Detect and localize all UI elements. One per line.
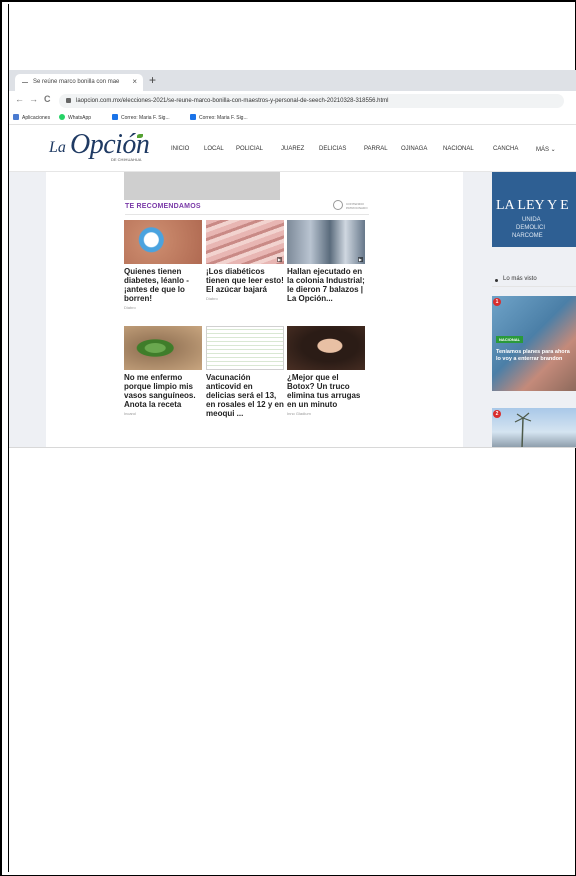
rank-badge: 1 <box>493 298 501 306</box>
sponsor-badge: CONTENIDO PATROCINADO <box>346 202 368 210</box>
apps-grid-icon <box>13 114 19 120</box>
nav-mas[interactable]: MÁS ⌄ <box>536 146 556 153</box>
recommendation-card[interactable]: No me enfermo porque limpio mis vasos sa… <box>124 326 202 416</box>
mail-icon <box>190 114 196 120</box>
divider <box>492 286 576 287</box>
card-caption: Quienes tienen diabetes, léanlo - ¡antes… <box>124 267 189 303</box>
card-thumbnail: ▶ <box>206 220 284 264</box>
leaf-icon <box>137 134 143 138</box>
bookmark-label: Correo: Maria F. Sig... <box>121 115 170 121</box>
most-viewed-caption: Teníamos planes para ahora lo voy a ente… <box>496 349 570 362</box>
tab-title: Se reúne marco bonilla con mae <box>33 79 120 85</box>
card-caption: No me enfermo porque limpio mis vasos sa… <box>124 373 196 409</box>
card-caption: Hallan ejecutado en la colonia Industria… <box>287 267 365 303</box>
banner-line: DEMOLICI <box>516 225 546 231</box>
sidebar-banner[interactable]: LA LEY Y E UNIDA DEMOLICI NARCOME <box>492 172 576 247</box>
tab-favicon-icon <box>22 82 28 83</box>
nav-ojinaga[interactable]: OJINAGA <box>401 146 427 152</box>
back-arrow-icon[interactable]: ← <box>15 94 24 104</box>
screenshot-bottom-edge <box>9 447 576 448</box>
url-field[interactable]: laopcion.com.mx/elecciones-2021/se-reune… <box>59 94 564 108</box>
most-viewed-item[interactable]: NACIONAL Teníamos planes para ahora lo v… <box>492 296 576 391</box>
logo-subtitle: DE CHIHUAHUA <box>111 157 142 162</box>
bookmark-whatsapp[interactable]: WhatsApp <box>59 114 91 121</box>
card-thumbnail <box>287 326 365 370</box>
new-tab-button[interactable]: + <box>149 73 156 87</box>
video-play-icon: ▶ <box>276 257 282 262</box>
card-source: Diabro <box>124 305 136 310</box>
nav-delicias[interactable]: DELICIAS <box>319 146 346 152</box>
whatsapp-icon <box>59 114 65 120</box>
card-source: Inno Gladium <box>287 411 311 416</box>
recommendations-title: TE RECOMENDAMOS <box>125 203 201 210</box>
bookmark-apps[interactable]: Aplicaciones <box>13 114 50 121</box>
card-caption: ¿Mejor que el Botox? Un truco elimina tu… <box>287 373 361 409</box>
site-header: La Opción DE CHIHUAHUA INICIO LOCAL POLI… <box>9 125 576 172</box>
reload-icon[interactable]: C <box>44 94 51 104</box>
forward-arrow-icon[interactable]: → <box>29 94 38 104</box>
recommendation-card[interactable]: ¿Mejor que el Botox? Un truco elimina tu… <box>287 326 365 416</box>
card-thumbnail <box>124 220 202 264</box>
card-source: Diabro <box>206 296 218 301</box>
tab-bar: Se reúne marco bonilla con mae × + <box>9 70 576 91</box>
sponsor-logo-icon <box>333 200 343 210</box>
banner-line: UNIDA <box>522 217 541 223</box>
bookmarks-bar: Aplicaciones WhatsApp Correo: Maria F. S… <box>9 111 576 125</box>
most-viewed-label: Lo más visto <box>503 276 537 282</box>
rank-badge: 2 <box>493 410 501 418</box>
nav-parral[interactable]: PARRAL <box>364 146 388 152</box>
recommendation-card[interactable]: ▶ ¡Los diabéticos tienen que leer esto! … <box>206 220 284 301</box>
card-thumbnail <box>124 326 202 370</box>
category-badge: NACIONAL <box>496 336 524 343</box>
recommendation-card[interactable]: Quienes tienen diabetes, léanlo - ¡antes… <box>124 220 202 310</box>
video-play-icon: ▶ <box>357 257 363 262</box>
nav-juarez[interactable]: JUAREZ <box>281 146 304 152</box>
nav-local[interactable]: LOCAL <box>204 146 224 152</box>
card-source: Incarol <box>124 411 137 416</box>
address-bar-row: ← → C laopcion.com.mx/elecciones-2021/se… <box>9 91 576 111</box>
close-tab-icon[interactable]: × <box>132 77 137 86</box>
mail-icon <box>112 114 118 120</box>
bookmark-label: Aplicaciones <box>22 115 51 121</box>
divider <box>125 214 369 215</box>
browser-screenshot: Se reúne marco bonilla con mae × + ← → C… <box>9 70 576 448</box>
nav-cancha[interactable]: CANCHA <box>493 146 518 152</box>
card-thumbnail <box>206 326 284 370</box>
nav-inicio[interactable]: INICIO <box>171 146 189 152</box>
recommendation-card[interactable]: ▶ Hallan ejecutado en la colonia Industr… <box>287 220 365 305</box>
bookmark-mail-2[interactable]: Correo: Maria F. Sig... <box>190 114 248 121</box>
browser-tab[interactable]: Se reúne marco bonilla con mae × <box>15 74 143 91</box>
recommendation-card[interactable]: Vacunación anticovid en delicias será el… <box>206 326 284 420</box>
card-caption: Vacunación anticovid en delicias será el… <box>206 373 284 418</box>
bookmark-mail-1[interactable]: Correo: Maria F. Sig... <box>112 114 170 121</box>
bookmark-label: WhatsApp <box>68 115 92 121</box>
url-text: laopcion.com.mx/elecciones-2021/se-reune… <box>76 98 389 104</box>
palm-tree-icon <box>514 412 532 448</box>
bookmark-label: Correo: Maria F. Sig... <box>199 115 248 121</box>
nav-nacional[interactable]: NACIONAL <box>443 146 474 152</box>
logo-la[interactable]: La <box>49 139 66 157</box>
lock-icon <box>66 98 71 103</box>
most-viewed-item[interactable] <box>492 408 576 448</box>
banner-title: LA LEY Y E <box>496 198 569 213</box>
ad-placeholder[interactable] <box>124 172 280 200</box>
card-thumbnail: ▶ <box>287 220 365 264</box>
bullet-icon <box>495 279 498 282</box>
card-caption: ¡Los diabéticos tienen que leer esto! El… <box>206 267 284 294</box>
nav-policial[interactable]: POLICIAL <box>236 146 263 152</box>
banner-line: NARCOME <box>512 233 543 239</box>
